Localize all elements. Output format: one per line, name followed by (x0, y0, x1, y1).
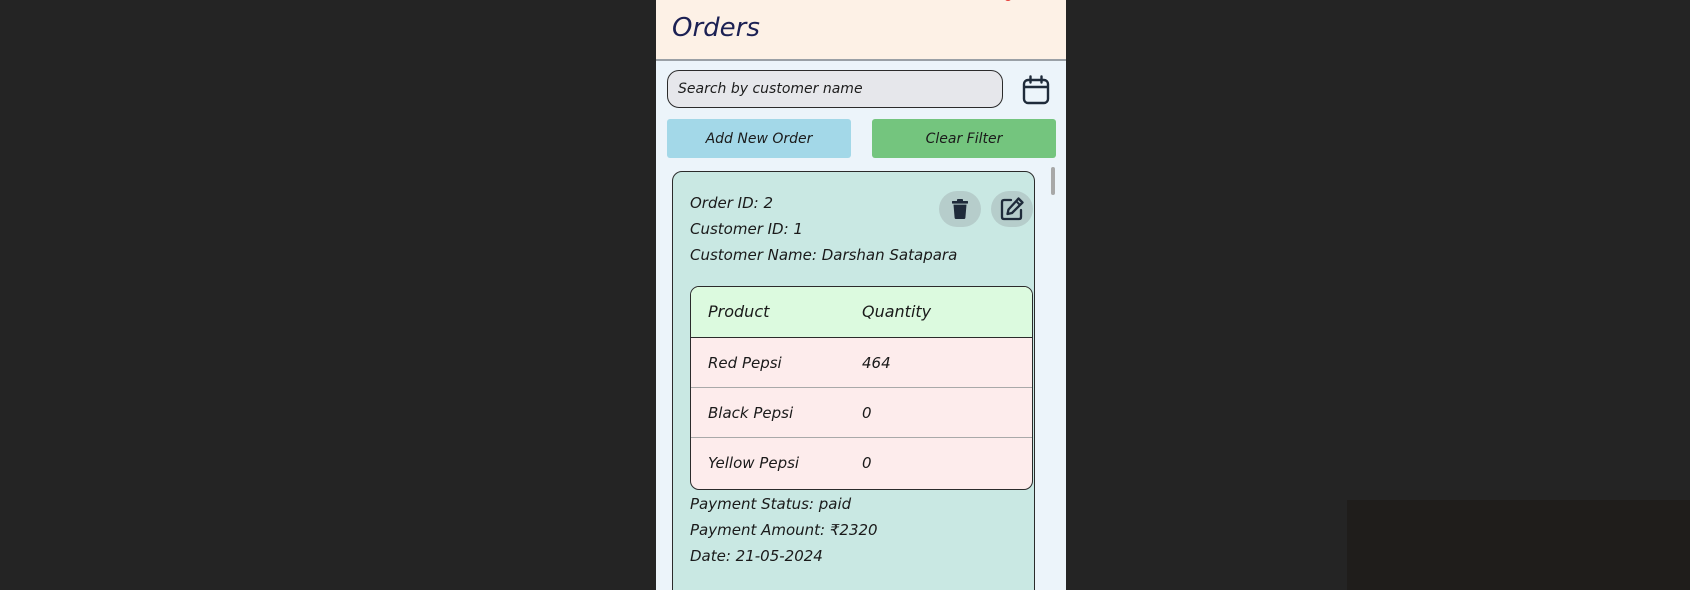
table-row: Black Pepsi 0 (691, 388, 1032, 438)
app-window: Orders Add New Order Clear Filter Order … (656, 0, 1066, 590)
page-title: Orders (672, 13, 760, 43)
notification-dot (1004, 0, 1012, 1)
column-header-product: Product (708, 302, 770, 321)
order-id: Order ID: 2 (690, 194, 773, 212)
product-name: Red Pepsi (708, 354, 782, 372)
delete-order-button[interactable] (939, 191, 981, 227)
background-panel (1347, 500, 1690, 590)
product-table: Product Quantity Red Pepsi 464 Black Pep… (690, 286, 1033, 490)
search-input[interactable] (667, 70, 1003, 108)
product-quantity: 0 (862, 454, 872, 472)
product-name: Black Pepsi (708, 404, 794, 422)
order-card: Order ID: 2 Customer ID: 1 Customer Name… (672, 171, 1035, 590)
column-header-quantity: Quantity (862, 302, 932, 321)
header-bar: Orders (656, 0, 1066, 61)
scrollbar-thumb[interactable] (1051, 167, 1055, 195)
customer-name: Customer Name: Darshan Satapara (690, 246, 958, 264)
product-quantity: 0 (862, 404, 872, 422)
trash-icon (952, 199, 968, 219)
edit-order-button[interactable] (991, 191, 1033, 227)
table-header-row: Product Quantity (691, 287, 1032, 338)
product-quantity: 464 (862, 354, 891, 372)
order-date: Date: 21-05-2024 (690, 547, 823, 565)
customer-id: Customer ID: 1 (690, 220, 803, 238)
product-name: Yellow Pepsi (708, 454, 800, 472)
payment-status: Payment Status: paid (690, 495, 852, 513)
table-row: Red Pepsi 464 (691, 338, 1032, 388)
payment-amount: Payment Amount: ₹2320 (690, 521, 878, 539)
table-row: Yellow Pepsi 0 (691, 438, 1032, 488)
calendar-icon[interactable] (1022, 75, 1050, 105)
edit-icon (1000, 197, 1024, 221)
clear-filter-button[interactable]: Clear Filter (872, 119, 1056, 158)
add-new-order-button[interactable]: Add New Order (667, 119, 851, 158)
